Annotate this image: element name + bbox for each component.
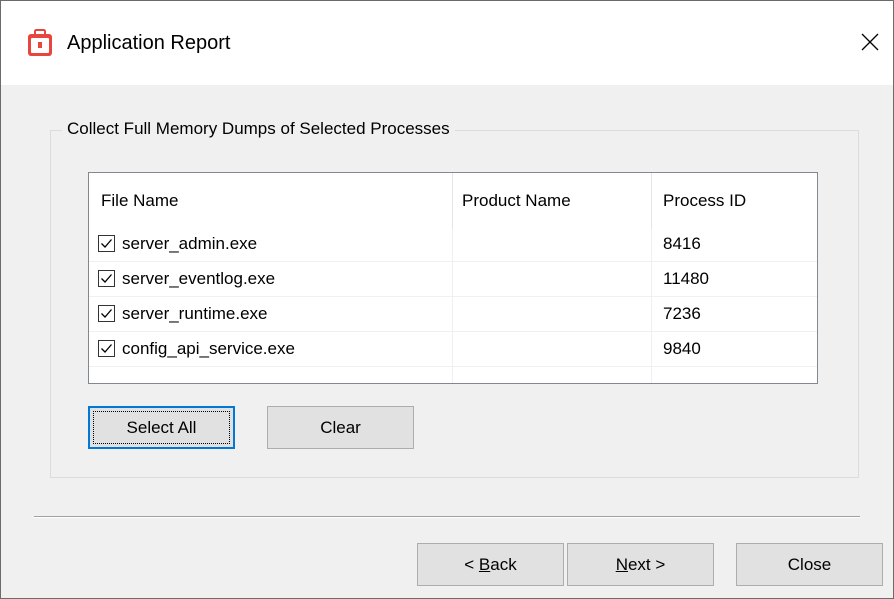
close-button[interactable]: Close	[736, 543, 883, 586]
close-window-button[interactable]	[851, 23, 889, 65]
select-all-button[interactable]: Select All	[88, 406, 235, 449]
product-name-cell	[462, 261, 647, 296]
process-id-cell: 9840	[663, 338, 701, 358]
file-name-cell: server_admin.exe	[122, 233, 258, 253]
file-name-cell: config_api_service.exe	[122, 338, 295, 358]
table-row[interactable]: server_admin.exe 8416	[89, 226, 817, 261]
process-id-cell: 8416	[663, 233, 701, 253]
product-name-cell	[462, 331, 647, 366]
back-button[interactable]: < Back	[417, 543, 564, 586]
application-report-dialog: Application Report Collect Full Memory D…	[0, 0, 894, 599]
row-checkbox[interactable]	[98, 340, 115, 357]
process-list[interactable]: File Name Product Name Process ID server…	[88, 172, 818, 384]
close-icon	[860, 32, 880, 57]
column-header-product-name[interactable]: Product Name	[462, 173, 647, 229]
product-name-cell	[462, 296, 647, 331]
process-id-cell: 11480	[663, 268, 710, 288]
clear-button[interactable]: Clear	[267, 406, 414, 449]
column-header-process-id[interactable]: Process ID	[663, 173, 813, 229]
row-checkbox[interactable]	[98, 270, 115, 287]
row-checkbox[interactable]	[98, 305, 115, 322]
product-name-cell	[462, 226, 647, 261]
checkmark-icon	[101, 274, 112, 283]
next-button[interactable]: Next >	[567, 543, 714, 586]
window-title: Application Report	[67, 32, 231, 54]
table-row[interactable]: server_runtime.exe 7236	[89, 296, 817, 331]
table-row[interactable]: server_eventlog.exe 11480	[89, 261, 817, 296]
file-name-cell: server_eventlog.exe	[122, 268, 276, 288]
checkmark-icon	[101, 309, 112, 318]
checkmark-icon	[101, 239, 112, 248]
process-id-cell: 7236	[663, 303, 701, 323]
row-checkbox[interactable]	[98, 235, 115, 252]
group-label: Collect Full Memory Dumps of Selected Pr…	[62, 119, 455, 139]
footer-divider	[34, 516, 860, 518]
file-name-cell: server_runtime.exe	[122, 303, 268, 323]
list-header: File Name Product Name Process ID	[89, 173, 817, 229]
title-bar: Application Report	[1, 1, 893, 85]
checkmark-icon	[101, 344, 112, 353]
column-header-file-name[interactable]: File Name	[101, 173, 451, 229]
table-row[interactable]: config_api_service.exe 9840	[89, 331, 817, 366]
toolbox-icon	[27, 29, 53, 57]
